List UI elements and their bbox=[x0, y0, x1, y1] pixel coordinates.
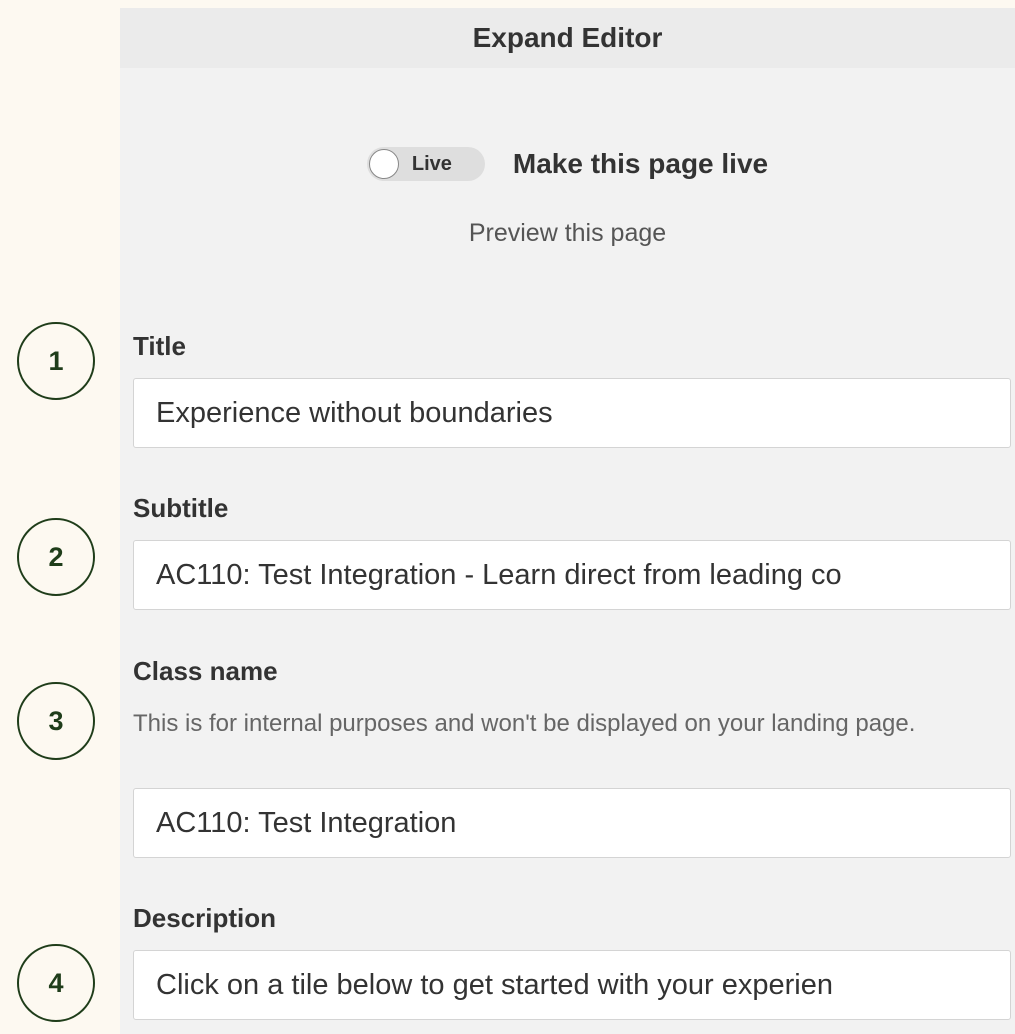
callout-number: 3 bbox=[48, 705, 64, 736]
callout-3: 3 bbox=[17, 682, 95, 760]
title-input[interactable] bbox=[133, 378, 1011, 448]
page: 1 2 3 4 Expand Editor Live Make this pag… bbox=[0, 0, 1015, 1034]
callout-number: 4 bbox=[48, 967, 64, 998]
toggle-knob bbox=[368, 149, 399, 179]
callout-number: 2 bbox=[48, 541, 64, 572]
live-toggle[interactable]: Live bbox=[366, 147, 485, 181]
callout-number: 1 bbox=[48, 345, 64, 376]
subtitle-label: Subtitle bbox=[133, 493, 229, 523]
callout-4: 4 bbox=[17, 944, 95, 1022]
description-input[interactable] bbox=[133, 950, 1011, 1020]
preview-page-link[interactable]: Preview this page bbox=[120, 219, 1015, 248]
description-label: Description bbox=[133, 903, 277, 933]
panel-title: Expand Editor bbox=[472, 22, 663, 53]
callout-2: 2 bbox=[17, 518, 95, 596]
title-label: Title bbox=[133, 331, 186, 361]
class-name-help-text: This is for internal purposes and won't … bbox=[133, 710, 916, 737]
live-toggle-row: Live Make this page live bbox=[120, 144, 1015, 184]
expand-editor-header[interactable]: Expand Editor bbox=[120, 8, 1015, 68]
toggle-label: Live bbox=[411, 153, 452, 175]
make-live-text: Make this page live bbox=[512, 148, 769, 179]
class-name-input[interactable] bbox=[133, 788, 1011, 858]
callout-1: 1 bbox=[17, 322, 95, 400]
class-name-label: Class name bbox=[133, 656, 278, 686]
subtitle-input[interactable] bbox=[133, 540, 1011, 610]
editor-panel: Expand Editor Live Make this page live P… bbox=[120, 8, 1015, 1034]
